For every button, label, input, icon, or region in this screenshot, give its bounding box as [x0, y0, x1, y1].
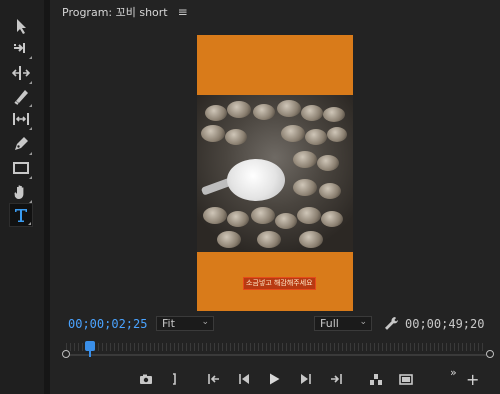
step-forward-icon	[301, 374, 311, 384]
selection-tool[interactable]	[9, 14, 33, 38]
extract-icon	[399, 374, 413, 385]
mark-out-button[interactable]	[164, 370, 184, 388]
rectangle-icon	[13, 162, 29, 174]
chevron-down-icon: ⌄	[201, 317, 209, 327]
export-frame-button[interactable]	[136, 370, 156, 388]
slip-icon	[13, 113, 29, 125]
zoom-level-value: Fit	[162, 317, 175, 330]
scrub-bar[interactable]	[62, 339, 494, 361]
ripple-edit-icon	[12, 66, 30, 80]
tools-panel	[0, 0, 44, 394]
playback-resolution-select[interactable]: Full ⌄	[314, 316, 372, 331]
program-monitor: Program: 꼬비 short ≡ 소금넣고 해감해주세요 00;00;02…	[50, 0, 500, 394]
zoom-level-select[interactable]: Fit ⌄	[156, 316, 214, 331]
step-back-icon	[239, 374, 249, 384]
hand-icon	[14, 185, 24, 199]
slip-tool[interactable]	[9, 107, 33, 131]
resolution-value: Full	[320, 317, 339, 330]
in-point-handle[interactable]	[62, 350, 70, 358]
video-frame	[197, 95, 353, 252]
panel-header: Program: 꼬비 short ≡	[50, 0, 500, 24]
chevron-down-icon: ⌄	[359, 317, 367, 327]
out-point-handle[interactable]	[486, 350, 494, 358]
panel-title[interactable]: Program: 꼬비 short	[62, 4, 168, 20]
go-to-in-icon	[208, 374, 219, 384]
salt-scoop	[227, 159, 285, 201]
playhead[interactable]	[84, 341, 95, 357]
ripple-edit-tool[interactable]	[9, 61, 33, 85]
time-ruler	[66, 343, 486, 351]
pen-icon	[15, 137, 28, 150]
type-tool[interactable]	[9, 203, 33, 227]
hamburger-menu-icon[interactable]: ≡	[178, 5, 188, 19]
add-button[interactable]: +	[466, 372, 479, 388]
go-to-out-icon	[331, 374, 342, 384]
razor-icon	[14, 90, 28, 105]
track-select-icon	[14, 43, 25, 53]
current-timecode[interactable]: 00;00;02;25	[68, 317, 147, 331]
step-forward-button[interactable]	[296, 370, 316, 388]
razor-tool[interactable]	[9, 84, 33, 108]
camera-icon	[140, 374, 152, 384]
bracket-icon	[173, 373, 176, 385]
rectangle-tool[interactable]	[9, 156, 33, 180]
lift-button[interactable]	[366, 370, 386, 388]
extract-button[interactable]	[396, 370, 416, 388]
step-back-button[interactable]	[234, 370, 254, 388]
go-to-in-button[interactable]	[204, 370, 224, 388]
scrub-track[interactable]	[66, 354, 486, 356]
duration-timecode: 00;00;49;20	[405, 317, 485, 331]
hand-tool[interactable]	[9, 180, 33, 204]
lift-icon	[370, 374, 382, 385]
track-select-tool[interactable]	[9, 36, 33, 60]
arrow-pointer-icon	[17, 19, 26, 34]
play-icon	[270, 373, 280, 385]
program-viewer[interactable]: 소금넣고 해감해주세요	[197, 35, 353, 311]
settings-wrench-icon[interactable]	[382, 315, 400, 331]
go-to-out-button[interactable]	[326, 370, 346, 388]
play-button[interactable]	[264, 370, 284, 388]
subtitle-caption[interactable]: 소금넣고 해감해주세요	[243, 277, 316, 290]
more-controls-button[interactable]: »	[450, 366, 457, 379]
pen-tool[interactable]	[9, 132, 33, 156]
